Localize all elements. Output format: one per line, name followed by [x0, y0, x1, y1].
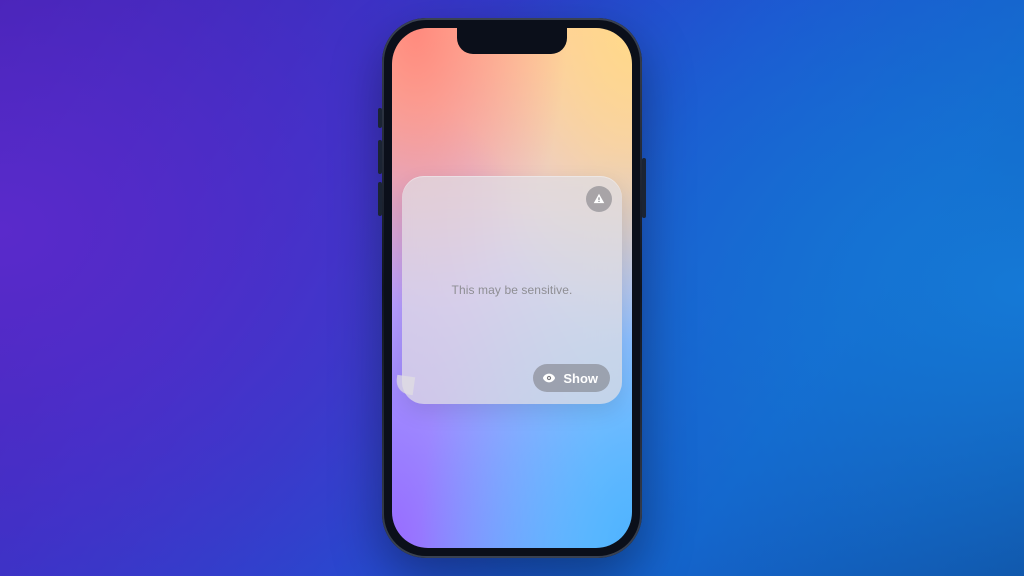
sensitive-content-message: This may be sensitive.: [402, 283, 622, 297]
show-button-label: Show: [563, 371, 598, 386]
volume-down-button: [378, 182, 382, 216]
warning-badge[interactable]: [586, 186, 612, 212]
eye-icon: [541, 370, 557, 386]
ring-silent-switch: [378, 108, 382, 128]
show-button[interactable]: Show: [533, 364, 610, 392]
iphone-screen: This may be sensitive. Show: [392, 28, 632, 548]
sensitive-content-card: This may be sensitive. Show: [402, 176, 622, 404]
side-power-button: [642, 158, 646, 218]
display-notch: [457, 28, 567, 54]
iphone-frame: This may be sensitive. Show: [382, 18, 642, 558]
message-bubble-tail: [395, 375, 415, 395]
promo-background: This may be sensitive. Show: [0, 0, 1024, 576]
volume-up-button: [378, 140, 382, 174]
warning-triangle-icon: [592, 192, 606, 206]
